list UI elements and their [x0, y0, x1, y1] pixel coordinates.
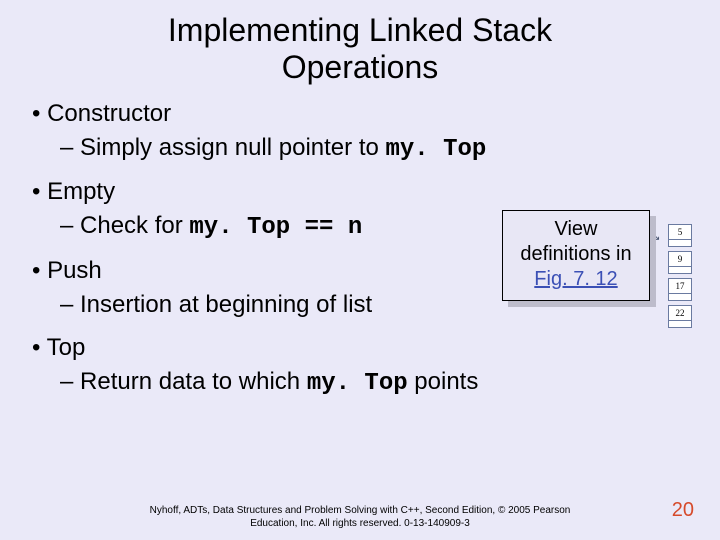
bullet-top: Top	[32, 334, 692, 362]
code-mytop: my. Top	[307, 370, 408, 397]
code-mytop: my. Top	[386, 136, 487, 163]
title-line-1: Implementing Linked Stack	[168, 12, 552, 48]
text: Check for	[80, 212, 189, 239]
node-ptr	[668, 321, 692, 328]
callout-line-1: View	[555, 218, 598, 240]
footer-copyright: Nyhoff, ADTs, Data Structures and Proble…	[0, 505, 720, 530]
list-node: 17	[668, 278, 692, 301]
node-data: 5	[668, 224, 692, 240]
footer-line-1: Nyhoff, ADTs, Data Structures and Proble…	[150, 505, 571, 516]
slide: Implementing Linked Stack Operations Con…	[0, 0, 720, 540]
callout-box: View definitions in Fig. 7. 12	[502, 210, 650, 301]
node-data: 9	[668, 251, 692, 267]
subbullet-top: Return data to which my. Top points	[60, 368, 692, 399]
node-data: 22	[668, 305, 692, 321]
linked-list-diagram: ↘ myTop 5 9 17 22	[668, 220, 692, 328]
list-node: 5	[668, 224, 692, 247]
list-node: 9	[668, 251, 692, 274]
title-line-2: Operations	[282, 49, 439, 85]
list-node: 22	[668, 305, 692, 328]
bullet-constructor-label: Constructor	[47, 100, 171, 127]
text: Insertion at beginning of list	[80, 291, 372, 318]
bullet-push-label: Push	[47, 257, 102, 284]
bullet-top-label: Top	[47, 334, 86, 361]
slide-title: Implementing Linked Stack Operations	[0, 0, 720, 86]
callout-box-wrap: View definitions in Fig. 7. 12	[502, 210, 650, 301]
callout-line-2: definitions in	[520, 243, 631, 265]
text: Return data to which	[80, 368, 307, 395]
node-ptr	[668, 267, 692, 274]
text: points	[408, 368, 479, 395]
footer-line-2: Education, Inc. All rights reserved. 0-1…	[250, 518, 470, 529]
text: Simply assign null pointer to	[80, 134, 385, 161]
code-check: my. Top == n	[189, 214, 362, 241]
node-ptr	[668, 240, 692, 247]
node-data: 17	[668, 278, 692, 294]
subbullet-constructor: Simply assign null pointer to my. Top	[60, 134, 692, 165]
bullet-empty: Empty	[32, 178, 692, 206]
bullet-empty-label: Empty	[47, 178, 115, 205]
callout-link[interactable]: Fig. 7. 12	[534, 268, 617, 290]
page-number: 20	[672, 499, 694, 522]
bullet-constructor: Constructor	[32, 100, 692, 128]
node-ptr	[668, 294, 692, 301]
